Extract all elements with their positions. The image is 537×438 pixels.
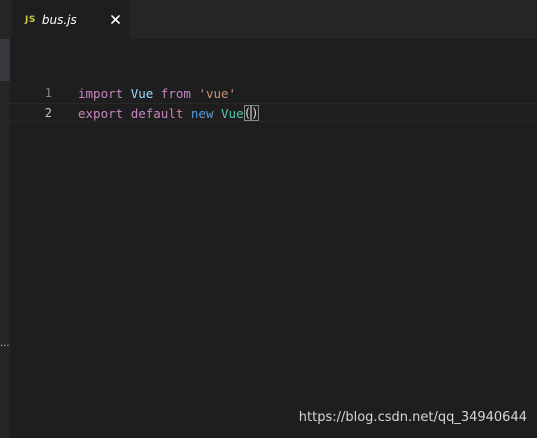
code-editor[interactable]: 1 import Vue from 'vue' 2 export default… xyxy=(10,39,537,438)
javascript-file-icon: JS xyxy=(25,14,36,25)
keyword-from: from xyxy=(160,86,191,101)
code-line-current[interactable]: 2 export default new Vue() xyxy=(10,103,537,122)
keyword-import: import xyxy=(78,86,124,101)
sidebar-ellipsis: ... xyxy=(0,338,10,349)
class-vue: Vue xyxy=(221,106,244,121)
tab-bus-js[interactable]: JS bus.js xyxy=(12,0,130,39)
keyword-export: export xyxy=(78,106,124,121)
keyword-new: new xyxy=(190,106,214,121)
tab-label: bus.js xyxy=(41,12,77,27)
line-number: 1 xyxy=(44,86,52,100)
watermark: https://blog.csdn.net/qq_34940644 xyxy=(298,410,527,425)
bracket-match-close: ) xyxy=(251,105,259,121)
identifier-vue: Vue xyxy=(130,86,154,101)
line-code: export default new Vue() xyxy=(78,104,259,123)
editor-window: JS bus.js ... 1 import Vue from 'vue' 2 … xyxy=(0,0,537,438)
line-number: 2 xyxy=(44,106,52,120)
sidebar-edge-header xyxy=(0,39,10,81)
line-code: import Vue from 'vue' xyxy=(78,84,236,103)
bracket-match-open: ( xyxy=(243,105,252,121)
close-icon[interactable] xyxy=(108,12,122,26)
keyword-default: default xyxy=(130,106,184,121)
code-line[interactable]: 1 import Vue from 'vue' xyxy=(10,84,537,103)
sidebar-edge[interactable]: ... xyxy=(0,39,10,438)
string-vue: 'vue' xyxy=(198,86,237,101)
tab-bar: JS bus.js xyxy=(0,0,537,39)
